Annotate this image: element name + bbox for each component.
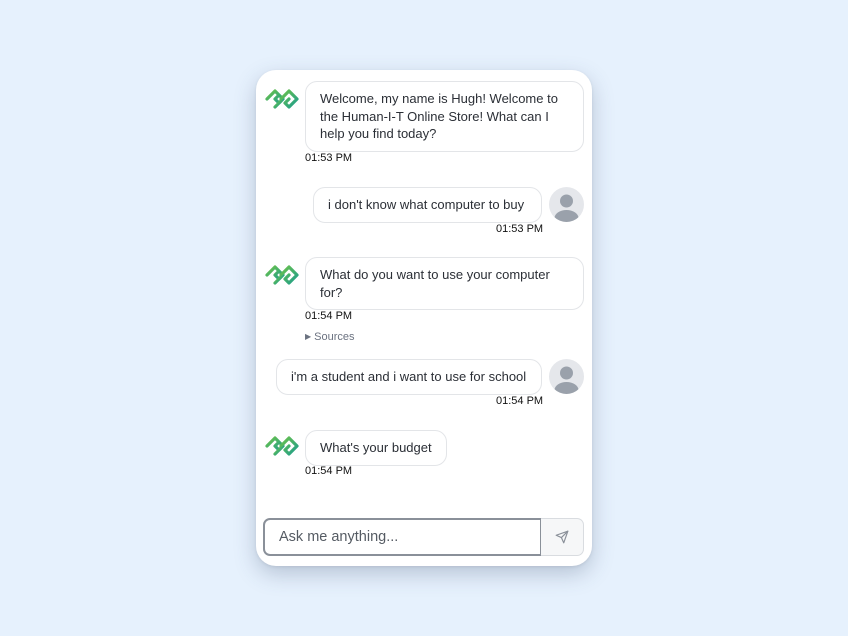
message-timestamp: 01:54 PM [305,310,353,322]
user-avatar-icon [549,359,584,394]
message-bubble: Welcome, my name is Hugh! Welcome to the… [305,81,584,152]
message-input[interactable] [263,518,542,556]
human-i-t-logo-icon [265,265,299,285]
bot-message: What do you want to use your computer fo… [256,250,592,350]
message-bubble: What's your budget [305,430,447,466]
human-i-t-logo-icon [265,436,299,456]
bot-message: Welcome, my name is Hugh! Welcome to the… [256,70,592,170]
sources-toggle[interactable]: ▶ Sources [305,331,355,343]
user-avatar-icon [549,187,584,222]
sources-label: Sources [314,331,355,343]
message-bubble: i don't know what computer to buy [313,187,542,223]
human-i-t-logo-icon [265,89,299,109]
user-message: i don't know what computer to buy 01:53 … [256,180,592,240]
triangle-right-icon: ▶ [305,332,312,341]
message-timestamp: 01:53 PM [496,223,544,235]
message-list: Welcome, my name is Hugh! Welcome to the… [256,70,592,510]
paper-plane-icon [555,530,569,544]
chat-window: Welcome, my name is Hugh! Welcome to the… [256,70,592,566]
message-bubble: i'm a student and i want to use for scho… [276,359,542,395]
user-message: i'm a student and i want to use for scho… [256,353,592,413]
message-timestamp: 01:54 PM [496,395,544,407]
message-bubble: What do you want to use your computer fo… [305,257,584,310]
bot-message: What's your budget 01:54 PM [256,423,592,483]
composer [263,518,584,556]
message-timestamp: 01:53 PM [305,152,353,164]
message-timestamp: 01:54 PM [305,465,353,477]
send-button[interactable] [541,518,584,556]
